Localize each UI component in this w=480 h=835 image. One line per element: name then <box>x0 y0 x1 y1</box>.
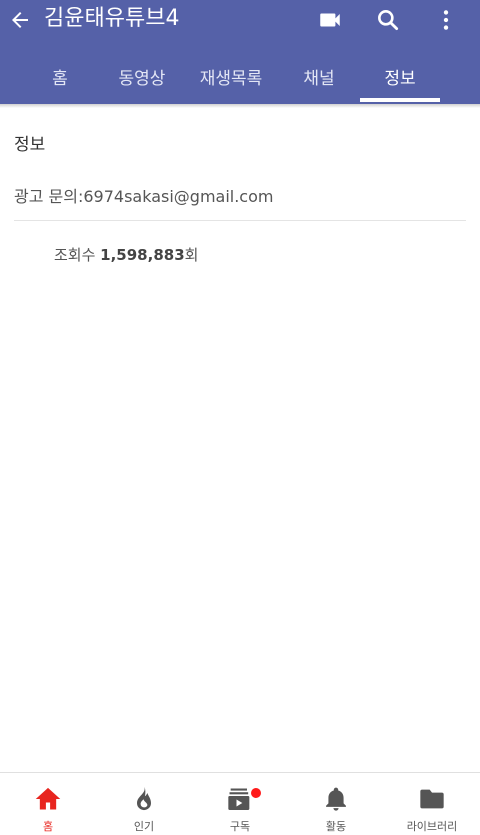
nav-trending-label: 인기 <box>133 820 155 833</box>
folder-icon <box>420 789 444 809</box>
more-vertical-icon <box>443 10 449 30</box>
nav-activity-label: 활동 <box>325 820 347 833</box>
view-count: 조회수 1,598,883회 <box>54 244 198 265</box>
more-options-button[interactable] <box>430 4 462 36</box>
back-button[interactable] <box>6 6 34 34</box>
app-bar: 김윤태유튜브4 홈 동영상 재생목록 채널 정보 <box>0 0 480 104</box>
view-count-prefix: 조회수 <box>54 246 101 264</box>
new-content-badge <box>251 788 261 798</box>
tab-home[interactable]: 홈 <box>20 48 100 104</box>
nav-library[interactable]: 라이브러리 <box>384 773 480 835</box>
video-camera-button[interactable] <box>314 4 346 36</box>
channel-description: 광고 문의:6974sakasi@gmail.com <box>14 187 274 206</box>
divider <box>14 220 466 221</box>
active-tab-indicator <box>360 98 440 102</box>
trending-flame-icon <box>137 786 151 811</box>
nav-home[interactable]: 홈 <box>0 773 96 835</box>
search-button[interactable] <box>372 4 404 36</box>
view-count-suffix: 회 <box>184 246 199 264</box>
home-icon <box>35 787 61 810</box>
nav-subscriptions-label: 구독 <box>229 820 251 833</box>
tab-playlists[interactable]: 재생목록 <box>184 48 278 104</box>
header-shadow <box>0 104 480 108</box>
arrow-left-icon <box>12 12 28 28</box>
about-section-title: 정보 <box>14 135 46 155</box>
video-camera-icon <box>320 13 340 27</box>
search-icon <box>378 10 399 31</box>
channel-tabs: 홈 동영상 재생목록 채널 정보 <box>0 48 480 104</box>
nav-library-label: 라이브러리 <box>406 820 458 833</box>
tab-channels[interactable]: 채널 <box>278 48 360 104</box>
bell-icon <box>326 787 346 811</box>
nav-home-label: 홈 <box>42 820 54 833</box>
nav-subscriptions[interactable]: 구독 <box>192 773 288 835</box>
bottom-navigation: 홈 인기 구독 활동 라이브러리 <box>0 772 480 835</box>
view-count-number: 1,598,883 <box>100 246 185 264</box>
nav-activity[interactable]: 활동 <box>288 773 384 835</box>
tab-about[interactable]: 정보 <box>360 48 440 104</box>
nav-trending[interactable]: 인기 <box>96 773 192 835</box>
channel-title: 김윤태유튜브4 <box>44 6 180 31</box>
tab-videos[interactable]: 동영상 <box>100 48 184 104</box>
